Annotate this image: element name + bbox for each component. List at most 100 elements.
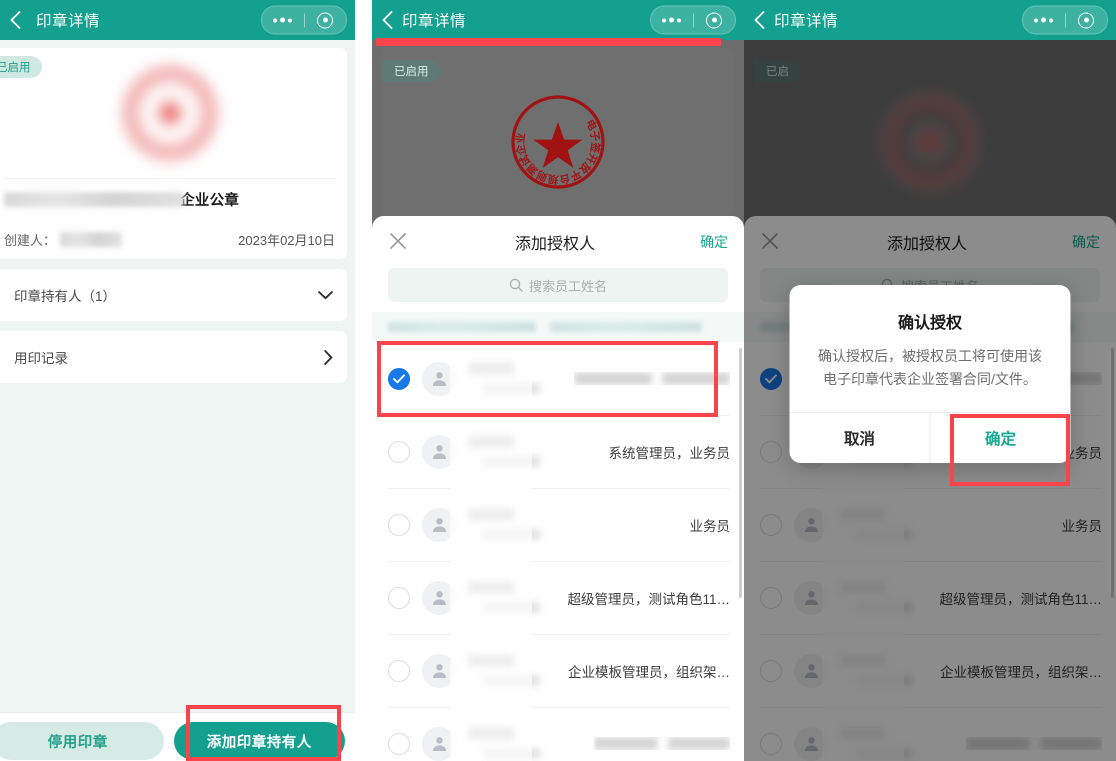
status-badge: 已启用: [382, 60, 441, 82]
sheet-title: 添加授权人: [514, 236, 595, 253]
back-icon[interactable]: [0, 11, 30, 29]
search-placeholder: 搜索员工姓名: [528, 278, 607, 294]
seal-preview-card: 已启用 电子签开放平台规则测试企业: [382, 48, 734, 216]
dialog-message: 确认授权后，被授权员工将可使用该电子印章代表企业签署合同/文件。: [818, 348, 1042, 387]
creator-label: 创建人：: [4, 232, 57, 248]
more-dots-icon[interactable]: [651, 17, 693, 23]
disable-seal-button[interactable]: 停用印章: [0, 722, 164, 760]
dialog-buttons: 取消 确定: [789, 412, 1071, 464]
seal-name-row: 企业公章: [4, 178, 335, 219]
back-icon[interactable]: [372, 11, 402, 29]
target-circle-icon[interactable]: [694, 12, 736, 28]
sheet-confirm-button[interactable]: 确定: [700, 232, 728, 252]
person-name-redacted: [468, 575, 550, 621]
created-date: 2023年02月10日: [238, 232, 335, 248]
chevron-down-icon[interactable]: [318, 290, 333, 300]
creator-value-redacted: [60, 231, 123, 247]
chevron-right-icon[interactable]: [324, 349, 333, 365]
person-name-redacted: [468, 648, 550, 694]
panel-seal-detail: 印章详情 已启用 企业公章 创建人： 2023年02月10日 印章持有人（1） …: [0, 0, 355, 761]
sheet-header: 添加授权人 确定: [372, 216, 744, 268]
person-name-redacted: [468, 356, 550, 402]
table-row[interactable]: 超级管理员，测试角色11…: [372, 561, 744, 634]
breadcrumb-item-redacted[interactable]: [550, 322, 702, 332]
row-divider: [388, 707, 730, 708]
person-list[interactable]: 系统管理员，业务员 业务员: [372, 342, 744, 761]
nav-bar-left: 印章详情: [0, 0, 355, 40]
table-row[interactable]: [372, 342, 744, 415]
person-role-redacted: [594, 737, 730, 750]
target-circle-icon[interactable]: [305, 12, 347, 28]
sidebar-item-holders[interactable]: 印章持有人（1）: [0, 269, 347, 321]
close-icon[interactable]: [388, 231, 410, 253]
row-divider: [388, 415, 730, 416]
seal-creator-row: 创建人： 2023年02月10日: [4, 219, 335, 259]
avatar: [422, 653, 456, 688]
person-name-redacted: [468, 502, 550, 548]
panel-confirm-authorization: 印章详情 已启 添加授权人 确定 业务员 超级管理员，测试角色11… 企业模板管…: [744, 0, 1116, 761]
table-row[interactable]: [372, 707, 744, 761]
page-title: 印章详情: [36, 13, 101, 30]
person-role: 业务员: [689, 518, 731, 534]
table-row[interactable]: 业务员: [372, 488, 744, 561]
table-row[interactable]: 系统管理员，业务员: [372, 415, 744, 488]
row-checkbox-checked[interactable]: [388, 367, 410, 390]
person-role: 系统管理员，业务员: [608, 445, 731, 461]
search-icon: [509, 278, 523, 292]
wechat-capsule-bar[interactable]: [650, 5, 736, 35]
search-input[interactable]: 搜索员工姓名: [388, 268, 728, 302]
target-circle-icon[interactable]: [1066, 12, 1108, 28]
blurred-seal-icon: [117, 61, 222, 165]
row-checkbox[interactable]: [388, 440, 410, 463]
page-title: 印章详情: [774, 13, 839, 30]
breadcrumb[interactable]: [372, 312, 744, 342]
mid-panel-body: 已启用 电子签开放平台规则测试企业 添加授权人 确定 搜索员工姓名 系统管理员，…: [372, 38, 744, 761]
seal-preview-card: 已启用 企业公章 创建人： 2023年02月10日: [0, 48, 347, 259]
page-title: 印章详情: [402, 13, 467, 30]
add-seal-holder-button[interactable]: 添加印章持有人: [173, 722, 345, 760]
dialog-title: 确认授权: [897, 315, 962, 332]
add-authorizer-sheet: 添加授权人 确定 搜索员工姓名: [372, 216, 744, 761]
sidebar-item-usage-records[interactable]: 用印记录: [0, 331, 347, 383]
avatar: [422, 434, 456, 469]
status-badge: 已启用: [0, 56, 42, 78]
cancel-button[interactable]: 取消: [790, 413, 930, 463]
nav-bar-right: 印章详情: [744, 0, 1116, 40]
seal-image-area: 已启用: [0, 48, 347, 178]
breadcrumb-item-redacted[interactable]: [388, 322, 536, 332]
panel-divider-1: [355, 0, 372, 761]
person-name-redacted: [468, 721, 550, 761]
wechat-capsule-bar[interactable]: [1022, 5, 1108, 35]
row-checkbox[interactable]: [388, 659, 410, 682]
confirm-authorization-dialog: 确认授权 确认授权后，被授权员工将可使用该电子印章代表企业签署合同/文件。 取消…: [789, 285, 1071, 464]
avatar: [422, 507, 456, 542]
row-checkbox[interactable]: [388, 586, 410, 609]
person-role-redacted: [574, 372, 730, 385]
seal-info-rows: 企业公章 创建人： 2023年02月10日: [0, 178, 347, 259]
seal-name-redacted: [4, 191, 184, 207]
avatar: [422, 580, 456, 615]
table-row[interactable]: 企业模板管理员，组织架…: [372, 634, 744, 707]
row-divider: [388, 634, 730, 635]
holders-label: 印章持有人（1）: [14, 289, 117, 304]
right-panel-body: 已启 添加授权人 确定 搜索员工姓名: [744, 40, 1116, 761]
screenshot-root: 印章详情 已启用 企业公章 创建人： 2023年02月10日 印章持有人（1） …: [0, 0, 1116, 761]
row-checkbox[interactable]: [388, 732, 410, 755]
left-panel-body: 已启用 企业公章 创建人： 2023年02月10日 印章持有人（1） 用印记录 …: [0, 48, 355, 761]
company-seal-icon: 电子签开放平台规则测试企业: [511, 95, 605, 189]
more-dots-icon[interactable]: [1023, 17, 1065, 23]
panel-add-authorizer: 印章详情 已启用 电子签开放平台规则测试企业 添加授权人 确定 搜索员工姓名 系…: [372, 0, 744, 761]
row-divider: [388, 488, 730, 489]
person-name-redacted: [468, 429, 550, 475]
person-role: 企业模板管理员，组织架…: [568, 664, 730, 680]
person-role: 超级管理员，测试角色11…: [567, 591, 730, 607]
row-divider: [388, 561, 730, 562]
more-dots-icon[interactable]: [262, 17, 304, 23]
confirm-button[interactable]: 确定: [929, 413, 1071, 464]
wechat-capsule-bar[interactable]: [261, 5, 347, 35]
back-icon[interactable]: [744, 11, 774, 29]
row-checkbox[interactable]: [388, 513, 410, 536]
left-bottom-action-bar: 停用印章 添加印章持有人: [0, 712, 355, 761]
seal-name-label: 企业公章: [180, 192, 240, 209]
nav-bar-mid: 印章详情: [372, 0, 744, 40]
